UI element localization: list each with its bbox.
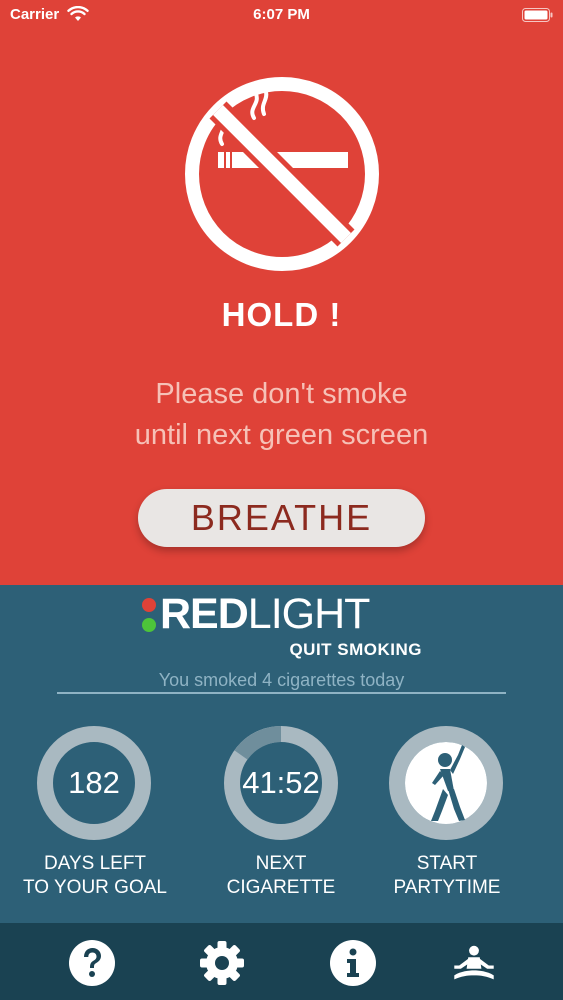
info-icon[interactable]	[330, 940, 376, 986]
alert-message-line1: Please don't smoke	[155, 378, 408, 410]
clock: 6:07 PM	[253, 6, 310, 23]
divider	[57, 692, 506, 694]
next-cigarette-stat[interactable]: 41:52 NEXT CIGARETTE	[196, 725, 366, 905]
logo-red-dot	[142, 598, 156, 612]
redlight-logo: REDLIGHT QUIT SMOKING	[140, 590, 430, 659]
breathe-button[interactable]: BREATHE	[138, 489, 425, 547]
logo-word-bold: RED	[160, 590, 249, 638]
logo-tagline: QUIT SMOKING	[289, 640, 422, 659]
status-bar: Carrier 6:07 PM	[0, 0, 563, 30]
hold-title: HOLD !	[221, 296, 342, 333]
logo-wordmark: REDLIGHT	[160, 590, 371, 639]
days-left-label: DAYS LEFT TO YOUR GOAL	[23, 853, 167, 898]
partytime-stat[interactable]: START PARTYTIME	[362, 725, 532, 905]
logo-word-light: LIGHT	[247, 590, 371, 638]
next-cigarette-value: 41:52	[242, 765, 320, 800]
days-left-value: 182	[68, 765, 120, 800]
logo-green-dot	[142, 618, 156, 632]
gear-icon[interactable]	[199, 940, 245, 986]
partytime-label: START PARTYTIME	[393, 853, 501, 898]
days-left-stat[interactable]: 182 DAYS LEFT TO YOUR GOAL	[10, 725, 180, 905]
next-cigarette-label: NEXT CIGARETTE	[226, 853, 336, 898]
battery-icon	[522, 8, 553, 22]
meditation-icon[interactable]	[451, 940, 497, 986]
alert-message-line2: until next green screen	[134, 419, 429, 451]
help-icon[interactable]	[69, 940, 115, 986]
no-smoking-icon	[185, 77, 379, 271]
smoked-today-text: You smoked 4 cigarettes today	[158, 670, 405, 690]
alert-message: Please don't smoke until next green scre…	[0, 374, 563, 456]
partytime-ring	[389, 726, 503, 840]
